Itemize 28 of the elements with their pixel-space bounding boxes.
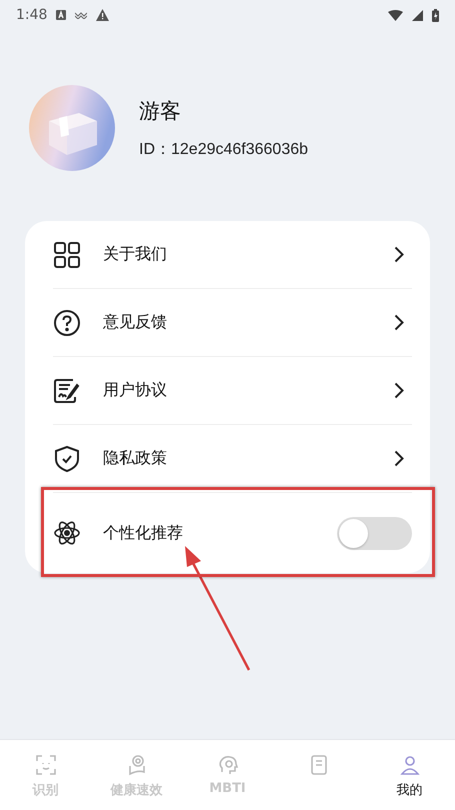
wifi-icon [388,10,403,20]
menu-item[interactable]: 用户协议 [103,380,372,401]
help-icon [53,308,81,336]
status-time: 1:48 [16,7,48,23]
warning-icon [96,9,110,21]
nav-tab[interactable]: 我的 [364,740,455,810]
signal-icon [412,10,423,20]
user-icon [398,754,420,776]
grid-icon [53,240,81,268]
user-id: ID：12e29c46f366036b [139,140,308,160]
chevron-right-icon [394,314,404,331]
menu-item[interactable]: 关于我们 [103,244,372,265]
atom-icon [53,519,81,547]
notification-icon [56,10,66,20]
user-name: 游客 [139,98,182,124]
setting-label: 个性化推荐 [103,522,184,544]
chevron-right-icon [394,246,404,263]
head-icon [216,754,238,776]
toggle-switch[interactable] [337,516,412,550]
scan-icon [34,754,56,776]
menu-item[interactable]: 意见反馈 [103,312,372,333]
signature-icon [53,376,81,404]
chevron-right-icon [394,450,404,467]
chevron-right-icon [394,382,404,399]
shield-icon [53,444,81,472]
battery-icon [432,8,439,22]
menu-item[interactable]: 隐私政策 [103,448,372,469]
wave-icon [75,11,88,19]
